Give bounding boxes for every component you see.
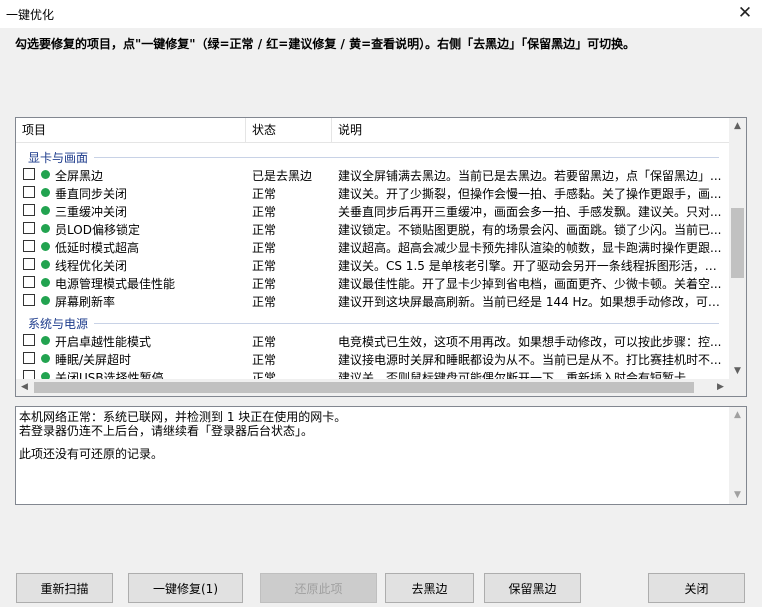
- item-description: 关垂直同步后再开三重缓冲，画面会多一拍、手感发飘。建议关。只对...: [338, 205, 722, 219]
- status-dot-icon: [41, 260, 50, 269]
- item-checkbox[interactable]: [23, 294, 35, 306]
- status-dot-icon: [41, 242, 50, 251]
- column-header-desc[interactable]: 说明: [332, 118, 729, 142]
- list-horizontal-scrollbar[interactable]: ◀ ▶: [16, 379, 729, 396]
- scroll-corner: [729, 379, 746, 396]
- item-status: 正常: [252, 187, 277, 201]
- scroll-right-icon[interactable]: ▶: [712, 379, 729, 396]
- status-dot-icon: [41, 170, 50, 179]
- instruction-text: 勾选要修复的项目，点"一键修复"（绿=正常 / 红=建议修复 / 黄=查看说明）…: [15, 37, 636, 51]
- item-checkbox[interactable]: [23, 352, 35, 364]
- info-line: 若登录器仍连不上后台，请继续看「登录器后台状态」。: [19, 424, 314, 438]
- item-status: 正常: [252, 353, 277, 367]
- list-header: 项目 状态 说明: [16, 118, 729, 143]
- item-description: 建议接电源时关屏和睡眠都设为从不。当前已是从不。打比赛挂机时不...: [338, 353, 722, 367]
- list-item[interactable]: 三重缓冲关闭 正常 关垂直同步后再开三重缓冲，画面会多一拍、手感发飘。建议关。只对.…: [16, 201, 729, 219]
- list-item[interactable]: 全屏黑边 已是去黑边 建议全屏铺满去黑边。当前已是去黑边。若要留黑边，点「保留黑边」…: [16, 165, 729, 183]
- scroll-thumb-horizontal[interactable]: [34, 382, 694, 393]
- item-checkbox[interactable]: [23, 222, 35, 234]
- column-header-item[interactable]: 项目: [16, 118, 246, 142]
- item-checkbox[interactable]: [23, 276, 35, 288]
- scroll-down-icon[interactable]: ▼: [729, 487, 746, 504]
- status-dot-icon: [41, 336, 50, 345]
- group-label: 系统与电源: [28, 315, 95, 332]
- item-description: 建议关。开了少撕裂，但操作会慢一拍、手感黏。关了操作更跟手，画...: [338, 187, 722, 201]
- item-description: 建议关。CS 1.5 是单核老引擎。开了驱动会另开一条线程拆图形活，容...: [338, 259, 727, 273]
- remove-black-border-button[interactable]: 去黑边: [385, 573, 474, 603]
- item-status: 正常: [252, 223, 277, 237]
- info-vertical-scrollbar[interactable]: ▲ ▼: [729, 407, 746, 504]
- item-description: 建议超高。超高会减少显卡预先排队渲染的帧数，显卡跑满时操作更跟...: [338, 241, 722, 255]
- item-name: 垂直同步关闭: [55, 187, 128, 201]
- status-dot-icon: [41, 278, 50, 287]
- keep-black-border-button[interactable]: 保留黑边: [484, 573, 581, 603]
- item-name: 电源管理模式最佳性能: [55, 277, 176, 291]
- group-header: 显卡与画面: [16, 143, 729, 166]
- item-status: 正常: [252, 241, 277, 255]
- list-item[interactable]: 睡眠/关屏超时 正常 建议接电源时关屏和睡眠都设为从不。当前已是从不。打比赛挂机时不…: [16, 349, 729, 367]
- item-checkbox[interactable]: [23, 168, 35, 180]
- list-item[interactable]: 屏幕刷新率 正常 建议开到这块屏最高刷新。当前已经是 144 Hz。如果想手动修改，…: [16, 291, 729, 309]
- close-button[interactable]: 关闭: [648, 573, 745, 603]
- item-name: 三重缓冲关闭: [55, 205, 128, 219]
- restore-button[interactable]: 还原此项: [260, 573, 377, 603]
- item-name: 开启卓越性能模式: [55, 335, 152, 349]
- scroll-thumb[interactable]: [731, 208, 744, 278]
- item-name: 全屏黑边: [55, 169, 104, 183]
- item-status: 正常: [252, 205, 277, 219]
- item-status: 正常: [252, 259, 277, 273]
- item-description: 建议最佳性能。开了显卡少掉到省电档，画面更齐、少微卡顿。关着空...: [338, 277, 722, 291]
- item-name: 睡眠/关屏超时: [55, 353, 132, 367]
- group-divider: [28, 323, 719, 324]
- item-checkbox[interactable]: [23, 240, 35, 252]
- item-name: 员LOD偏移锁定: [55, 223, 140, 237]
- item-status: 正常: [252, 335, 277, 349]
- item-status: 正常: [252, 295, 277, 309]
- item-description: 建议开到这块屏最高刷新。当前已经是 144 Hz。如果想手动修改，可以...: [338, 295, 727, 309]
- item-status: 已是去黑边: [252, 169, 313, 183]
- item-description: 电竞模式已生效，这项不用再改。如果想手动修改，可以按此步骤：控...: [338, 335, 722, 349]
- item-name: 线程优化关闭: [55, 259, 128, 273]
- status-dot-icon: [41, 188, 50, 197]
- item-description: 建议锁定。不锁贴图更脱，有的场景会闪、画面跳。锁了少闪。当前已...: [338, 223, 722, 237]
- item-checkbox[interactable]: [23, 258, 35, 270]
- list-vertical-scrollbar[interactable]: ▲ ▼: [729, 118, 746, 380]
- status-dot-icon: [41, 296, 50, 305]
- group-divider: [28, 157, 719, 158]
- list-item[interactable]: 低延时模式超高 正常 建议超高。超高会减少显卡预先排队渲染的帧数，显卡跑满时操作更跟…: [16, 237, 729, 255]
- list-item[interactable]: 开启卓越性能模式 正常 电竞模式已生效，这项不用再改。如果想手动修改，可以按此步骤：…: [16, 331, 729, 349]
- item-checkbox[interactable]: [23, 204, 35, 216]
- status-dot-icon: [41, 354, 50, 363]
- status-dot-icon: [41, 206, 50, 215]
- rescan-button[interactable]: 重新扫描: [16, 573, 113, 603]
- list-item[interactable]: 垂直同步关闭 正常 建议关。开了少撕裂，但操作会慢一拍、手感黏。关了操作更跟手，画.…: [16, 183, 729, 201]
- fix-all-button[interactable]: 一键修复(1): [128, 573, 243, 603]
- title-bar: 一键优化 ✕: [0, 0, 762, 28]
- item-name: 低延时模式超高: [55, 241, 140, 255]
- item-checkbox[interactable]: [23, 334, 35, 346]
- scroll-left-icon[interactable]: ◀: [16, 379, 33, 396]
- item-description: 建议全屏铺满去黑边。当前已是去黑边。若要留黑边，点「保留黑边」...: [338, 169, 722, 183]
- scroll-down-icon[interactable]: ▼: [729, 363, 746, 380]
- scroll-up-icon[interactable]: ▲: [729, 118, 746, 135]
- info-line: 此项还没有可还原的记录。: [19, 447, 164, 461]
- column-header-status[interactable]: 状态: [246, 118, 332, 142]
- list-item[interactable]: 线程优化关闭 正常 建议关。CS 1.5 是单核老引擎。开了驱动会另开一条线程拆图形…: [16, 255, 729, 273]
- close-window-button[interactable]: ✕: [728, 0, 762, 28]
- list-item[interactable]: 员LOD偏移锁定 正常 建议锁定。不锁贴图更脱，有的场景会闪、画面跳。锁了少闪。当前…: [16, 219, 729, 237]
- close-icon: ✕: [737, 3, 753, 23]
- list-item[interactable]: 电源管理模式最佳性能 正常 建议最佳性能。开了显卡少掉到省电档，画面更齐、少微卡顿。…: [16, 273, 729, 291]
- list-body: 显卡与画面全屏黑边 已是去黑边 建议全屏铺满去黑边。当前已是去黑边。若要留黑边，点「…: [16, 143, 729, 381]
- item-checkbox[interactable]: [23, 186, 35, 198]
- window-title: 一键优化: [6, 8, 55, 22]
- status-dot-icon: [41, 224, 50, 233]
- group-label: 显卡与画面: [28, 149, 95, 166]
- fix-item-list[interactable]: 项目 状态 说明 显卡与画面全屏黑边 已是去黑边 建议全屏铺满去黑边。当前已是去黑边…: [15, 117, 747, 397]
- item-name: 屏幕刷新率: [55, 295, 116, 309]
- info-text-area[interactable]: 本机网络正常：系统已联网，并检测到 1 块正在使用的网卡。 若登录器仍连不上后台…: [15, 406, 747, 505]
- item-status: 正常: [252, 277, 277, 291]
- group-header: 系统与电源: [16, 309, 729, 332]
- scroll-up-icon[interactable]: ▲: [729, 407, 746, 424]
